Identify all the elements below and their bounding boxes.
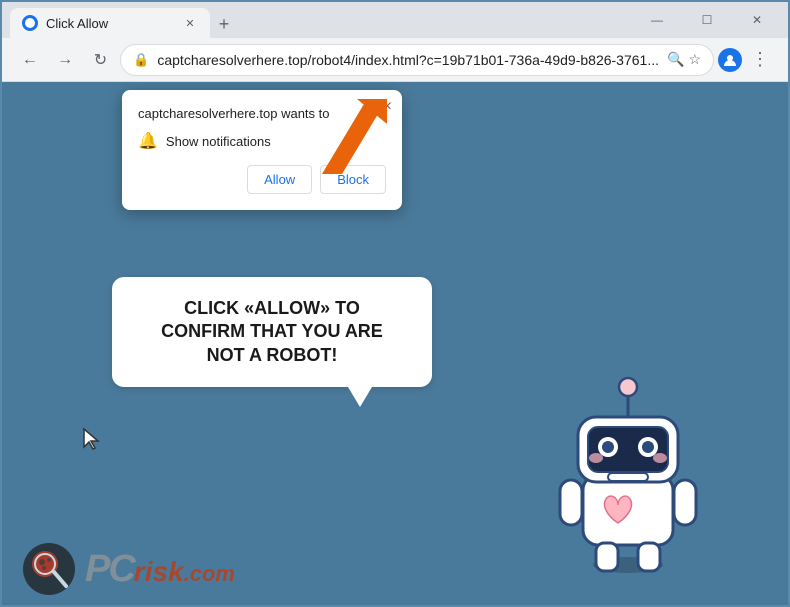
bell-icon: 🔔 (138, 131, 158, 151)
pcrisk-pc-text: PC (85, 548, 134, 591)
new-tab-button[interactable]: + (210, 10, 238, 38)
page-content: × captcharesolverhere.top wants to 🔔 Sho… (2, 82, 788, 605)
pcrisk-brand: PC risk .com (22, 542, 235, 597)
pcrisk-dotcom-text: .com (184, 561, 235, 587)
title-bar: Click Allow ✕ + — ☐ ✕ (2, 2, 788, 38)
pcrisk-text-container: PC risk .com (85, 548, 235, 591)
allow-button[interactable]: Allow (247, 165, 312, 194)
cursor (82, 427, 102, 457)
orange-arrow (312, 94, 392, 189)
toolbar-right: ⋮ (718, 44, 776, 76)
speech-bubble: CLICK «ALLOW» TO CONFIRM THAT YOU ARE NO… (112, 277, 432, 387)
tab-title: Click Allow (46, 16, 108, 31)
forward-button[interactable]: → (49, 44, 80, 76)
tab-strip: Click Allow ✕ + (10, 2, 626, 38)
tab-favicon (22, 15, 38, 31)
minimize-button[interactable]: — (634, 2, 680, 38)
search-icon[interactable]: 🔍 (667, 51, 684, 68)
browser-window: Click Allow ✕ + — ☐ ✕ ← → ↻ 🔒 captchares… (0, 0, 790, 607)
url-text: captcharesolverhere.top/robot4/index.htm… (157, 52, 659, 68)
profile-icon[interactable] (718, 48, 742, 72)
menu-button[interactable]: ⋮ (744, 44, 776, 76)
address-bar-icons: 🔍 ☆ (667, 51, 701, 68)
back-button[interactable]: ← (14, 44, 45, 76)
robot-character (548, 365, 708, 565)
pcrisk-logo-icon (22, 542, 77, 597)
window-controls: — ☐ ✕ (634, 2, 780, 38)
speech-bubble-text: CLICK «ALLOW» TO CONFIRM THAT YOU ARE NO… (142, 297, 402, 367)
maximize-button[interactable]: ☐ (684, 2, 730, 38)
active-tab[interactable]: Click Allow ✕ (10, 8, 210, 38)
toolbar: ← → ↻ 🔒 captcharesolverhere.top/robot4/i… (2, 38, 788, 82)
reload-button[interactable]: ↻ (85, 44, 116, 76)
lock-icon: 🔒 (133, 52, 149, 68)
pcrisk-risk-text: risk (134, 556, 184, 588)
close-button[interactable]: ✕ (734, 2, 780, 38)
address-bar[interactable]: 🔒 captcharesolverhere.top/robot4/index.h… (120, 44, 714, 76)
bookmark-icon[interactable]: ☆ (688, 51, 701, 68)
tab-close-button[interactable]: ✕ (182, 15, 198, 31)
popup-notification-text: Show notifications (166, 134, 271, 149)
